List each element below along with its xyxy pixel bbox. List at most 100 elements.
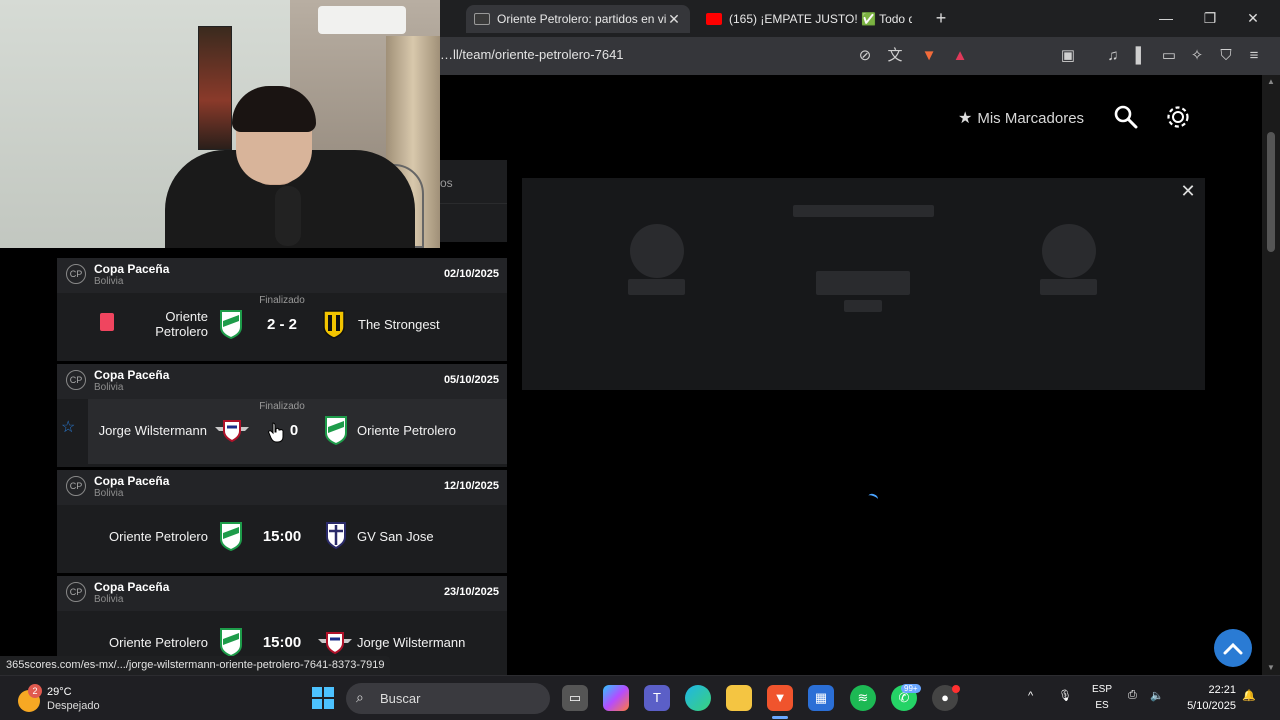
brave-icon[interactable]: ▼: [767, 685, 793, 711]
language-indicator[interactable]: ESP ES: [1090, 682, 1114, 714]
minimize-icon[interactable]: —: [1154, 8, 1178, 28]
match-preview-panel: ✕: [522, 178, 1205, 390]
wilstermann-crest: [215, 417, 249, 447]
match-status: Finalizado: [259, 401, 305, 412]
scroll-to-top-button[interactable]: [1214, 629, 1252, 667]
oriente-crest: [324, 415, 348, 446]
reader-mode-icon[interactable]: ▣: [1058, 46, 1078, 66]
favorites-link[interactable]: ★ Mis Marcadores: [958, 104, 1084, 132]
youtube-icon: [706, 13, 722, 25]
favorite-star-icon[interactable]: ☆: [61, 420, 77, 436]
match-card[interactable]: CP Copa Paceña Bolivia 05/10/2025 ☆ Fina…: [57, 364, 507, 467]
weather-widget[interactable]: 2 29°C Despejado: [18, 684, 128, 714]
copa-pacena-icon: CP: [66, 370, 86, 390]
league-header[interactable]: CP Copa Paceña Bolivia 23/10/2025: [57, 576, 507, 611]
left-nav-label[interactable]: os: [440, 176, 453, 190]
scroll-down-icon[interactable]: ▼: [1265, 663, 1277, 672]
league-name: Copa Paceña: [94, 262, 170, 276]
match-card[interactable]: CP Copa Paceña Bolivia 02/10/2025 Finali…: [57, 258, 507, 361]
home-team: Jorge Wilstermann: [98, 423, 207, 438]
tab-365scores[interactable]: Oriente Petrolero: partidos en vivo ✕: [466, 5, 690, 33]
copa-pacena-icon: CP: [66, 264, 86, 284]
scroll-up-icon[interactable]: ▲: [1265, 77, 1277, 86]
match-score: 0: [289, 422, 299, 439]
microsoft-store-icon[interactable]: ▦: [808, 685, 834, 711]
wallet-icon[interactable]: ▭: [1159, 46, 1179, 66]
league-name: Copa Paceña: [94, 580, 170, 594]
close-tab-icon[interactable]: ✕: [666, 11, 682, 28]
taskbar-clock[interactable]: 22:21 5/10/2025: [1180, 682, 1236, 714]
skeleton-score: [816, 271, 910, 295]
tab-title: Oriente Petrolero: partidos en vivo: [497, 12, 666, 26]
translate-icon[interactable]: 文: [885, 46, 905, 66]
tab-youtube[interactable]: (165) ¡EMPATE JUSTO! ✅ Todo qued: [698, 5, 920, 33]
microphone: [275, 186, 301, 246]
weather-temperature: 29°C: [47, 686, 72, 698]
match-row[interactable]: Finalizado Oriente Petrolero 2 - 2 The S…: [57, 293, 507, 358]
match-card[interactable]: CP Copa Paceña Bolivia 12/10/2025 Orient…: [57, 470, 507, 573]
skeleton-away-name: [1040, 279, 1097, 295]
scroll-thumb[interactable]: [1267, 132, 1275, 252]
volume-icon[interactable]: 🔈: [1150, 689, 1166, 720]
file-explorer-icon[interactable]: [726, 685, 752, 711]
copilot-icon[interactable]: [603, 685, 629, 711]
page-scrollbar[interactable]: ▲ ▼: [1262, 75, 1280, 675]
league-header[interactable]: CP Copa Paceña Bolivia 02/10/2025: [57, 258, 507, 293]
edge-icon[interactable]: [685, 685, 711, 711]
language-code: ESP: [1091, 684, 1112, 695]
favorites-label: Mis Marcadores: [977, 109, 1085, 127]
match-row[interactable]: Oriente Petrolero 15:00 GV San Jose: [57, 505, 507, 570]
league-name: Copa Paceña: [94, 474, 170, 488]
league-country: Bolivia: [94, 488, 124, 499]
notifications-icon[interactable]: 🔔: [1242, 689, 1258, 720]
vpn-icon[interactable]: ⛉: [1216, 46, 1236, 66]
teams-icon[interactable]: T: [644, 685, 670, 711]
match-row-hover[interactable]: ☆ Finalizado Jorge Wilstermann 0 Oriente…: [57, 399, 507, 467]
brave-rewards-icon[interactable]: ▲: [950, 46, 970, 66]
chevron-up-icon: [1223, 642, 1243, 655]
skeleton-status: [844, 300, 882, 312]
league-country: Bolivia: [94, 276, 124, 287]
copa-pacena-icon: CP: [66, 582, 86, 602]
address-bar[interactable]: …ll/team/oriente-petrolero-7641: [440, 47, 624, 62]
task-view-icon[interactable]: ▭: [562, 685, 588, 711]
leo-ai-icon[interactable]: ✧: [1187, 46, 1207, 66]
menu-icon[interactable]: ≡: [1244, 46, 1264, 66]
spotify-icon[interactable]: ≋: [850, 685, 876, 711]
skeleton-away-logo: [1042, 224, 1096, 278]
windows-start-icon[interactable]: [311, 686, 335, 710]
keyboard-layout: ES: [1095, 700, 1109, 711]
league-header[interactable]: CP Copa Paceña Bolivia 05/10/2025: [57, 364, 507, 399]
home-team: Oriente Petrolero: [109, 635, 208, 650]
weather-badge: 2: [28, 684, 42, 698]
skeleton-home-logo: [630, 224, 684, 278]
home-team: Oriente Petrolero: [109, 529, 208, 544]
restore-icon[interactable]: ❐: [1198, 8, 1222, 28]
search-icon[interactable]: [1113, 104, 1139, 130]
home-team: Oriente Petrolero: [155, 309, 208, 339]
close-icon[interactable]: ✕: [1179, 181, 1197, 203]
no-tracking-icon[interactable]: ⊘: [855, 46, 875, 66]
microphone-icon[interactable]: 🎙: [1058, 689, 1074, 720]
match-date: 23/10/2025: [443, 586, 499, 598]
sidebar-icon[interactable]: ▌: [1131, 46, 1151, 66]
media-icon[interactable]: ♫: [1103, 46, 1123, 66]
league-country: Bolivia: [94, 594, 124, 605]
new-tab-button[interactable]: +: [932, 8, 950, 28]
whatsapp-badge: 99+: [901, 684, 921, 693]
oriente-crest: [219, 309, 243, 340]
clock-date: 5/10/2025: [1187, 700, 1236, 712]
league-name: Copa Paceña: [94, 368, 170, 382]
gear-icon[interactable]: [1165, 104, 1191, 130]
clock-time: 22:21: [1208, 684, 1236, 696]
window-close-icon[interactable]: ✕: [1241, 8, 1265, 28]
chevron-up-icon[interactable]: ^: [1028, 690, 1044, 720]
windows-taskbar: 2 29°C Despejado ⌕ Buscar ▭ T ▼ ▦ ≋ ✆ 99…: [0, 675, 1280, 720]
oriente-crest: [219, 627, 243, 658]
away-team: The Strongest: [358, 317, 440, 332]
network-icon[interactable]: ⎙: [1128, 689, 1144, 720]
league-header[interactable]: CP Copa Paceña Bolivia 12/10/2025: [57, 470, 507, 505]
match-score: 2 - 2: [266, 316, 297, 333]
brave-shields-icon[interactable]: ▼: [919, 46, 939, 66]
taskbar-search[interactable]: ⌕ Buscar: [346, 683, 550, 714]
